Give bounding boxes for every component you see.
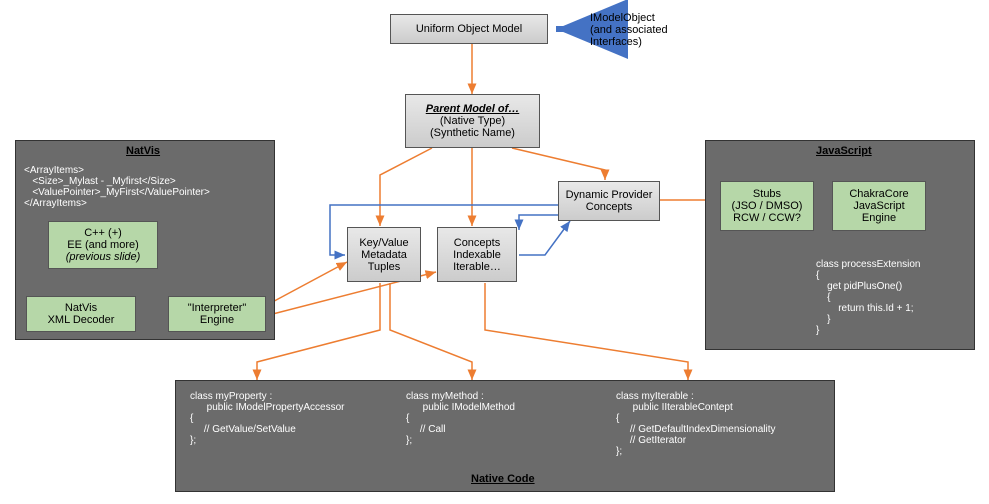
native-method-code: class myMethod : public IModelMethod { /… [406,391,515,446]
natvis-panel: NatVis <ArrayItems> <Size>_Mylast - _Myf… [15,140,275,340]
parent-title: Parent Model of… [426,103,520,115]
imodelobject-annotation: IModelObject (and associated Interfaces) [590,12,668,48]
natvis-decoder-box: NatVis XML Decoder [26,296,136,332]
parent-model-box: Parent Model of… (Native Type) (Syntheti… [405,94,540,148]
uniform-object-model-box: Uniform Object Model [390,14,548,44]
stubs-box: Stubs (JSO / DMSO) RCW / CCW? [720,181,814,231]
dynamic-provider-box: Dynamic Provider Concepts [558,181,660,221]
native-panel: class myProperty : public IModelProperty… [175,380,835,492]
native-prop-code: class myProperty : public IModelProperty… [190,391,345,446]
native-iter-code: class myIterable : public IIterableConte… [616,391,776,457]
natvis-title: NatVis [126,145,160,157]
concepts-box: Concepts Indexable Iterable… [437,227,517,282]
js-title: JavaScript [816,145,872,157]
natvis-xml-code: <ArrayItems> <Size>_Mylast - _Myfirst</S… [24,165,210,209]
native-title: Native Code [471,473,535,485]
js-code: class processExtension { get pidPlusOne(… [816,259,921,336]
keyvalue-box: Key/Value Metadata Tuples [347,227,421,282]
uniform-label: Uniform Object Model [416,23,522,35]
natvis-cpp-box: C++ (+) EE (and more) (previous slide) [48,221,158,269]
chakra-box: ChakraCore JavaScript Engine [832,181,926,231]
natvis-interpreter-box: "Interpreter" Engine [168,296,266,332]
javascript-panel: JavaScript Stubs (JSO / DMSO) RCW / CCW?… [705,140,975,350]
